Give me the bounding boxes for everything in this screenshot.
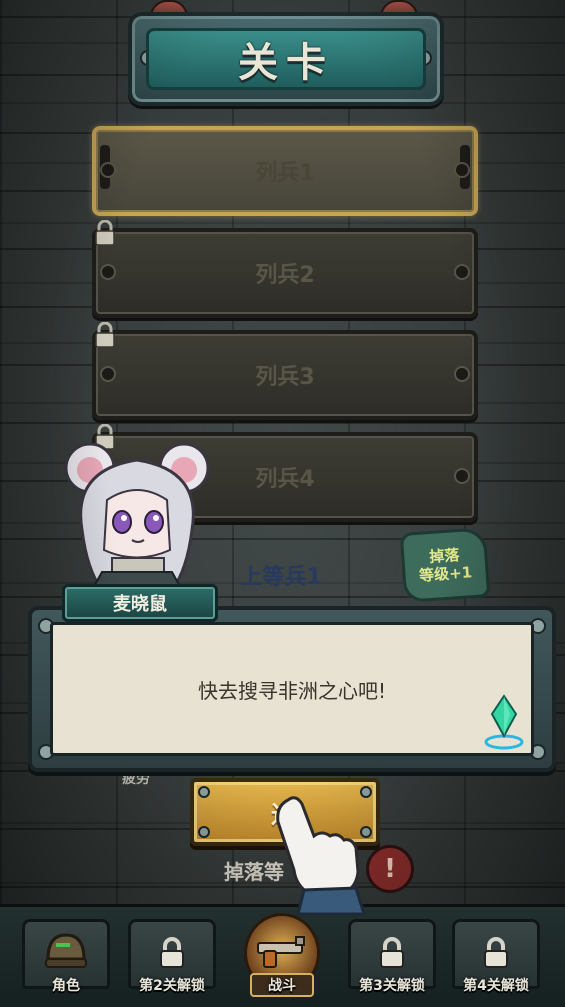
level-card-3[interactable]: 列兵3 xyxy=(92,322,478,420)
nav-label: 第2关解锁 xyxy=(139,978,205,994)
speaker-name: 麦晓鼠 xyxy=(113,594,167,615)
nav-label: 战斗 xyxy=(250,973,314,997)
speaker-name-plate: 麦晓鼠 xyxy=(62,584,218,622)
title-panel: 关卡 xyxy=(146,28,426,90)
nav-item-battle[interactable]: 战斗 xyxy=(232,913,332,1003)
screw-icon xyxy=(454,264,470,280)
gun-icon xyxy=(257,936,305,968)
dialog-panel: 快去搜寻非洲之心吧! xyxy=(50,622,534,756)
helmet-icon xyxy=(45,933,87,968)
title-plaque: 关卡 xyxy=(128,12,444,106)
lock-icon xyxy=(484,937,508,968)
drop-level-badge: 掉落 等级+1 xyxy=(399,527,491,603)
nav-label: 角色 xyxy=(52,978,80,994)
screw-icon xyxy=(100,264,116,280)
nav-item-unlock-level-4[interactable]: 第4关解锁 xyxy=(446,913,546,1003)
screw-icon xyxy=(454,366,470,382)
screw-icon xyxy=(454,468,470,484)
level-card-1[interactable]: 列兵1 xyxy=(92,126,478,216)
nav-item-unlock-level-2[interactable]: 第2关解锁 xyxy=(122,913,222,1003)
lock-icon xyxy=(380,937,404,968)
page-title: 关卡 xyxy=(238,40,334,86)
alert-icon[interactable]: ! xyxy=(366,845,414,893)
level-label: 列兵2 xyxy=(255,263,315,288)
screw-icon xyxy=(454,162,470,178)
nav-item-character[interactable]: 角色 xyxy=(16,913,116,1003)
screw-icon xyxy=(100,366,116,382)
continue-gem-icon[interactable] xyxy=(482,690,526,752)
alert-symbol: ! xyxy=(384,854,396,884)
level-label: 上等兵1 xyxy=(240,565,322,590)
lock-icon xyxy=(160,937,184,968)
nav-label: 第3关解锁 xyxy=(359,978,425,994)
tutorial-pointing-hand-icon xyxy=(276,796,367,916)
nav-label: 第4关解锁 xyxy=(463,978,529,994)
nav-item-unlock-level-3[interactable]: 第3关解锁 xyxy=(342,913,442,1003)
level-label: 列兵3 xyxy=(255,365,315,390)
lock-icon xyxy=(95,322,115,348)
drop-badge-line1: 掉落 xyxy=(428,545,460,567)
level-card-2[interactable]: 列兵2 xyxy=(92,220,478,318)
dialog-box[interactable]: 快去搜寻非洲之心吧! xyxy=(28,606,556,772)
bolt-icon xyxy=(198,826,210,838)
dialog-text: 快去搜寻非洲之心吧! xyxy=(197,678,387,703)
level-label: 列兵1 xyxy=(255,161,315,186)
level-label: 列兵4 xyxy=(255,467,315,492)
bolt-icon xyxy=(198,786,210,798)
drop-badge-line2: 等级+1 xyxy=(418,563,473,585)
mouse-girl-character-portrait xyxy=(64,442,210,592)
lock-icon xyxy=(95,220,115,246)
screw-icon xyxy=(100,162,116,178)
